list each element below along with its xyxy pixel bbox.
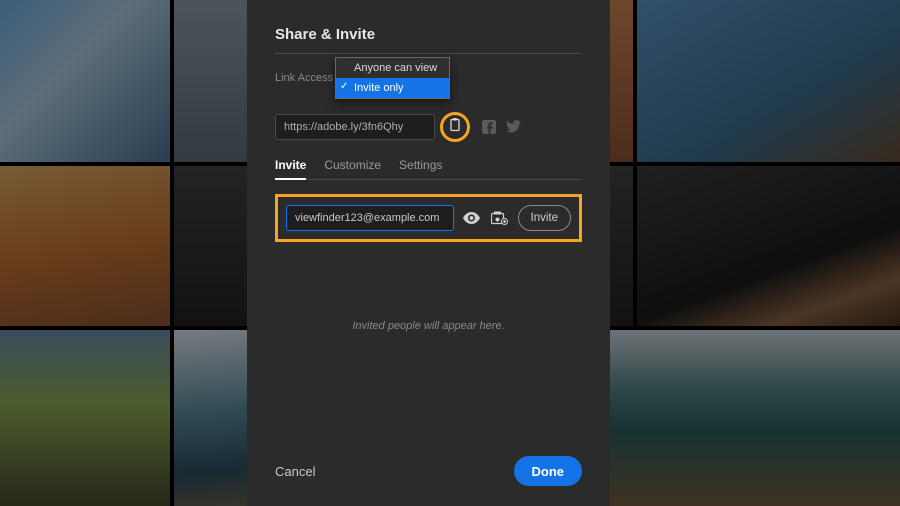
link-access-dropdown[interactable]: Anyone can view ✓ Invite only [335,57,450,99]
link-access-row: Link Access Anyone can view ✓ Invite onl… [275,68,582,106]
invite-empty-state: Invited people will appear here. [275,320,582,332]
tab-bar: Invite Customize Settings [275,158,582,180]
dropdown-option-anyone[interactable]: Anyone can view [336,58,449,78]
clipboard-icon[interactable] [449,118,462,137]
cancel-button[interactable]: Cancel [275,464,315,479]
tab-invite[interactable]: Invite [275,158,306,180]
eye-icon[interactable] [462,208,482,228]
social-share-icons [482,120,521,134]
invite-input-highlight: Invite [275,194,582,242]
invite-email-input[interactable] [286,205,454,231]
tab-settings[interactable]: Settings [399,158,442,179]
dialog-title: Share & Invite [275,26,582,43]
tab-customize[interactable]: Customize [324,158,381,179]
twitter-icon[interactable] [506,120,521,134]
done-button[interactable]: Done [514,456,583,486]
share-invite-dialog: Share & Invite Link Access Anyone can vi… [247,0,610,506]
link-access-label: Link Access [275,72,333,84]
invite-button[interactable]: Invite [518,205,572,231]
facebook-icon[interactable] [482,120,496,134]
dialog-footer: Cancel Done [275,444,582,486]
check-icon: ✓ [340,81,348,92]
dropdown-option-invite-only[interactable]: ✓ Invite only [336,78,449,98]
share-url-row [275,112,582,142]
divider [275,53,582,54]
copy-link-highlight [440,112,470,142]
add-contributor-icon[interactable] [490,208,510,228]
share-url-input[interactable] [275,114,435,140]
